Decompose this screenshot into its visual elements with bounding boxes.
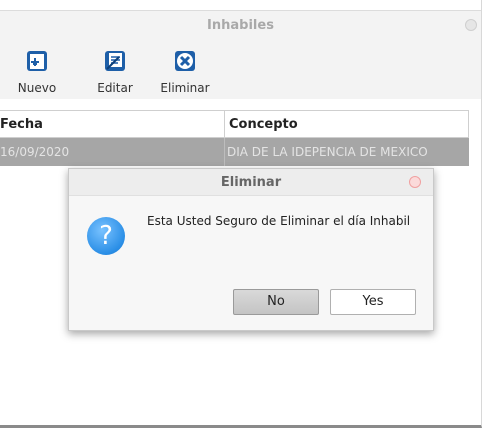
editar-button[interactable]: Editar — [88, 47, 142, 99]
edit-document-icon — [105, 51, 125, 71]
delete-confirm-dialog: Eliminar ? Esta Usted Seguro de Eliminar… — [68, 168, 434, 331]
cell-concepto: DIA DE LA IDEPENCIA DE MEXICO — [227, 145, 428, 159]
cell-fecha: 16/09/2020 — [0, 145, 70, 159]
toolbar: Nuevo Editar Eliminar — [0, 41, 481, 99]
new-document-icon — [27, 51, 47, 71]
eliminar-label: Eliminar — [160, 81, 210, 95]
column-header-fecha[interactable]: Fecha — [0, 117, 43, 132]
dialog-titlebar: Eliminar — [69, 169, 433, 196]
dialog-close-button[interactable] — [409, 176, 421, 188]
nuevo-button[interactable]: Nuevo — [10, 47, 64, 99]
dialog-message: Esta Usted Seguro de Eliminar el día Inh… — [147, 214, 411, 228]
question-icon: ? — [87, 217, 125, 255]
row-separator — [224, 138, 225, 166]
delete-x-icon — [175, 51, 195, 71]
column-separator — [224, 111, 225, 138]
table-header: Fecha Concepto — [0, 110, 469, 138]
yes-button[interactable]: Yes — [330, 289, 416, 315]
dialog-title: Eliminar — [220, 175, 282, 190]
nuevo-label: Nuevo — [17, 81, 57, 95]
window-close-button[interactable] — [465, 19, 477, 31]
no-button[interactable]: No — [233, 289, 319, 315]
editar-label: Editar — [97, 81, 133, 95]
window-titlebar: Inhabiles — [0, 10, 481, 42]
table-row[interactable]: 16/09/2020 DIA DE LA IDEPENCIA DE MEXICO — [0, 138, 469, 166]
window-title: Inhabiles — [207, 18, 274, 33]
column-header-concepto[interactable]: Concepto — [229, 117, 298, 132]
eliminar-button[interactable]: Eliminar — [158, 47, 212, 99]
